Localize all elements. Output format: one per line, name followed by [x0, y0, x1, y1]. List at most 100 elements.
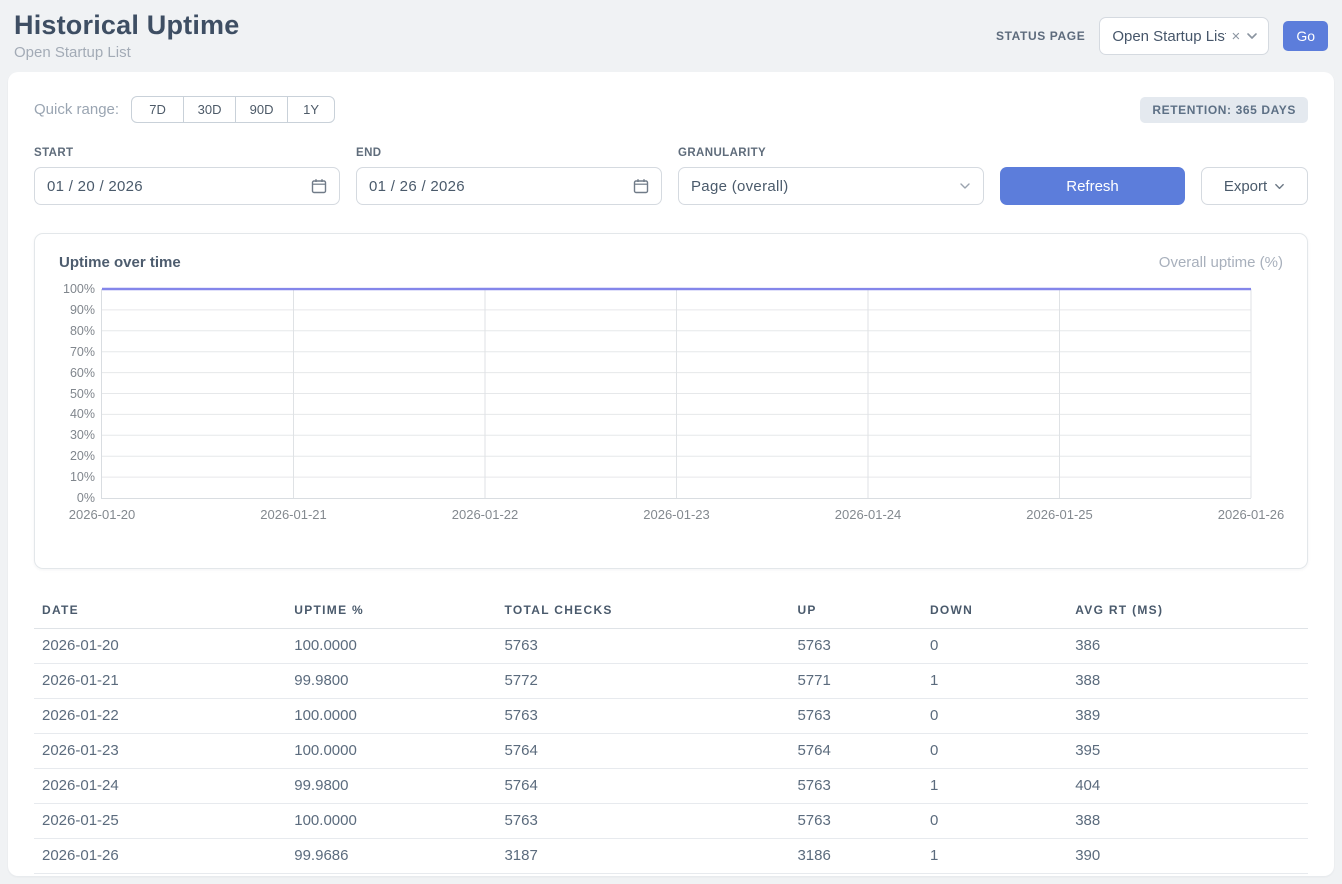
table-cell: 100.0000 [286, 629, 496, 664]
status-page-controls: STATUS PAGE Open Startup List × Go [996, 17, 1328, 55]
table-cell: 1 [922, 839, 1067, 874]
y-axis-tick-label: 50% [70, 387, 95, 401]
table-cell: 99.9800 [286, 769, 496, 804]
table-cell: 386 [1067, 629, 1308, 664]
x-axis-tick-label: 2026-01-22 [452, 507, 519, 522]
table-cell: 2026-01-23 [34, 734, 286, 769]
chart-plot: 0%10%20%30%40%50%60%70%80%90%100%2026-01… [101, 289, 1251, 499]
quick-range-90d[interactable]: 90D [235, 96, 288, 123]
table-cell: 100.0000 [286, 804, 496, 839]
y-axis-tick-label: 70% [70, 345, 95, 359]
table-cell: 100.0000 [286, 699, 496, 734]
table-cell: 5763 [789, 699, 921, 734]
end-date-field: END 01 / 26 / 2026 [356, 147, 662, 205]
y-axis-tick-label: 10% [70, 470, 95, 484]
table-column-header: DOWN [922, 595, 1067, 629]
y-axis-tick-label: 80% [70, 324, 95, 338]
table-cell: 389 [1067, 699, 1308, 734]
start-date-field: START 01 / 20 / 2026 [34, 147, 340, 205]
table-cell: 3187 [496, 839, 789, 874]
y-axis-tick-label: 100% [63, 282, 95, 296]
table-cell: 2026-01-21 [34, 664, 286, 699]
table-cell: 5763 [496, 699, 789, 734]
table-header-row: DATEUPTIME %TOTAL CHECKSUPDOWNAVG RT (MS… [34, 595, 1308, 629]
table-cell: 388 [1067, 804, 1308, 839]
table-row: 2026-01-2499.9800576457631404 [34, 769, 1308, 804]
quick-range-7d[interactable]: 7D [131, 96, 184, 123]
table-cell: 2026-01-25 [34, 804, 286, 839]
table-cell: 404 [1067, 769, 1308, 804]
refresh-button[interactable]: Refresh [1000, 167, 1185, 205]
table-cell: 1 [922, 769, 1067, 804]
table-cell: 2026-01-20 [34, 629, 286, 664]
start-date-value: 01 / 20 / 2026 [47, 178, 311, 195]
main-panel: Quick range: 7D30D90D1Y RETENTION: 365 D… [8, 72, 1334, 876]
quick-range-1y[interactable]: 1Y [287, 96, 335, 123]
clear-selection-icon[interactable]: × [1232, 29, 1241, 44]
table-row: 2026-01-2699.9686318731861390 [34, 839, 1308, 874]
export-button[interactable]: Export [1201, 167, 1308, 205]
quick-range-group: 7D30D90D1Y [131, 96, 335, 123]
table-column-header: AVG RT (MS) [1067, 595, 1308, 629]
x-axis-tick-label: 2026-01-21 [260, 507, 327, 522]
uptime-line-chart [102, 289, 1251, 498]
export-button-label: Export [1224, 178, 1267, 195]
table-column-header: TOTAL CHECKS [496, 595, 789, 629]
granularity-selected-value: Page (overall) [691, 178, 959, 195]
table-cell: 5763 [789, 769, 921, 804]
granularity-label: GRANULARITY [678, 147, 984, 159]
calendar-icon[interactable] [633, 178, 649, 194]
x-axis-tick-label: 2026-01-26 [1218, 507, 1285, 522]
end-date-input[interactable]: 01 / 26 / 2026 [356, 167, 662, 205]
start-date-input[interactable]: 01 / 20 / 2026 [34, 167, 340, 205]
chevron-down-icon [1246, 30, 1258, 42]
table-cell: 2026-01-24 [34, 769, 286, 804]
table-cell: 395 [1067, 734, 1308, 769]
table-cell: 5772 [496, 664, 789, 699]
go-button[interactable]: Go [1283, 21, 1328, 51]
table-column-header: UPTIME % [286, 595, 496, 629]
table-row: 2026-01-23100.0000576457640395 [34, 734, 1308, 769]
y-axis-tick-label: 0% [77, 491, 95, 505]
quick-range-row: Quick range: 7D30D90D1Y RETENTION: 365 D… [34, 96, 1308, 123]
table-cell: 5764 [496, 769, 789, 804]
uptime-chart-card: Uptime over time Overall uptime (%) 0% 10… [34, 233, 1308, 569]
table-cell: 5763 [496, 629, 789, 664]
y-axis-tick-label: 60% [70, 366, 95, 380]
table-cell: 5764 [496, 734, 789, 769]
table-cell: 99.9686 [286, 839, 496, 874]
table-cell: 0 [922, 699, 1067, 734]
y-axis-tick-label: 90% [70, 303, 95, 317]
table-cell: 2026-01-22 [34, 699, 286, 734]
table-row: 2026-01-20100.0000576357630386 [34, 629, 1308, 664]
chevron-down-icon [1274, 181, 1285, 192]
chart-legend: Overall uptime (%) [1159, 254, 1283, 271]
y-axis-tick-label: 40% [70, 407, 95, 421]
table-row: 2026-01-22100.0000576357630389 [34, 699, 1308, 734]
chart-title: Uptime over time [59, 254, 181, 271]
table-cell: 5763 [789, 629, 921, 664]
chart-area: 0% 10% 20% 30% 40% 50% 60% 70% 80% 90% 100% 2026-01… [59, 279, 1283, 541]
x-axis-tick-label: 2026-01-23 [643, 507, 710, 522]
table-cell: 5764 [789, 734, 921, 769]
table-row: 2026-01-25100.0000576357630388 [34, 804, 1308, 839]
table-cell: 5763 [789, 804, 921, 839]
retention-badge: RETENTION: 365 DAYS [1140, 97, 1308, 123]
page-header: Historical Uptime Open Startup List STAT… [0, 0, 1342, 72]
table-cell: 390 [1067, 839, 1308, 874]
calendar-icon[interactable] [311, 178, 327, 194]
start-date-label: START [34, 147, 340, 159]
granularity-field: GRANULARITY Page (overall) [678, 147, 984, 205]
table-cell: 99.9800 [286, 664, 496, 699]
table-cell: 0 [922, 629, 1067, 664]
y-axis-tick-label: 20% [70, 449, 95, 463]
x-axis-tick-label: 2026-01-25 [1026, 507, 1093, 522]
y-axis-tick-label: 30% [70, 428, 95, 442]
chart-header: Uptime over time Overall uptime (%) [59, 254, 1283, 271]
granularity-select[interactable]: Page (overall) [678, 167, 984, 205]
status-page-select[interactable]: Open Startup List × [1099, 17, 1269, 55]
table-cell: 5763 [496, 804, 789, 839]
table-cell: 0 [922, 734, 1067, 769]
quick-range-30d[interactable]: 30D [183, 96, 236, 123]
end-date-label: END [356, 147, 662, 159]
